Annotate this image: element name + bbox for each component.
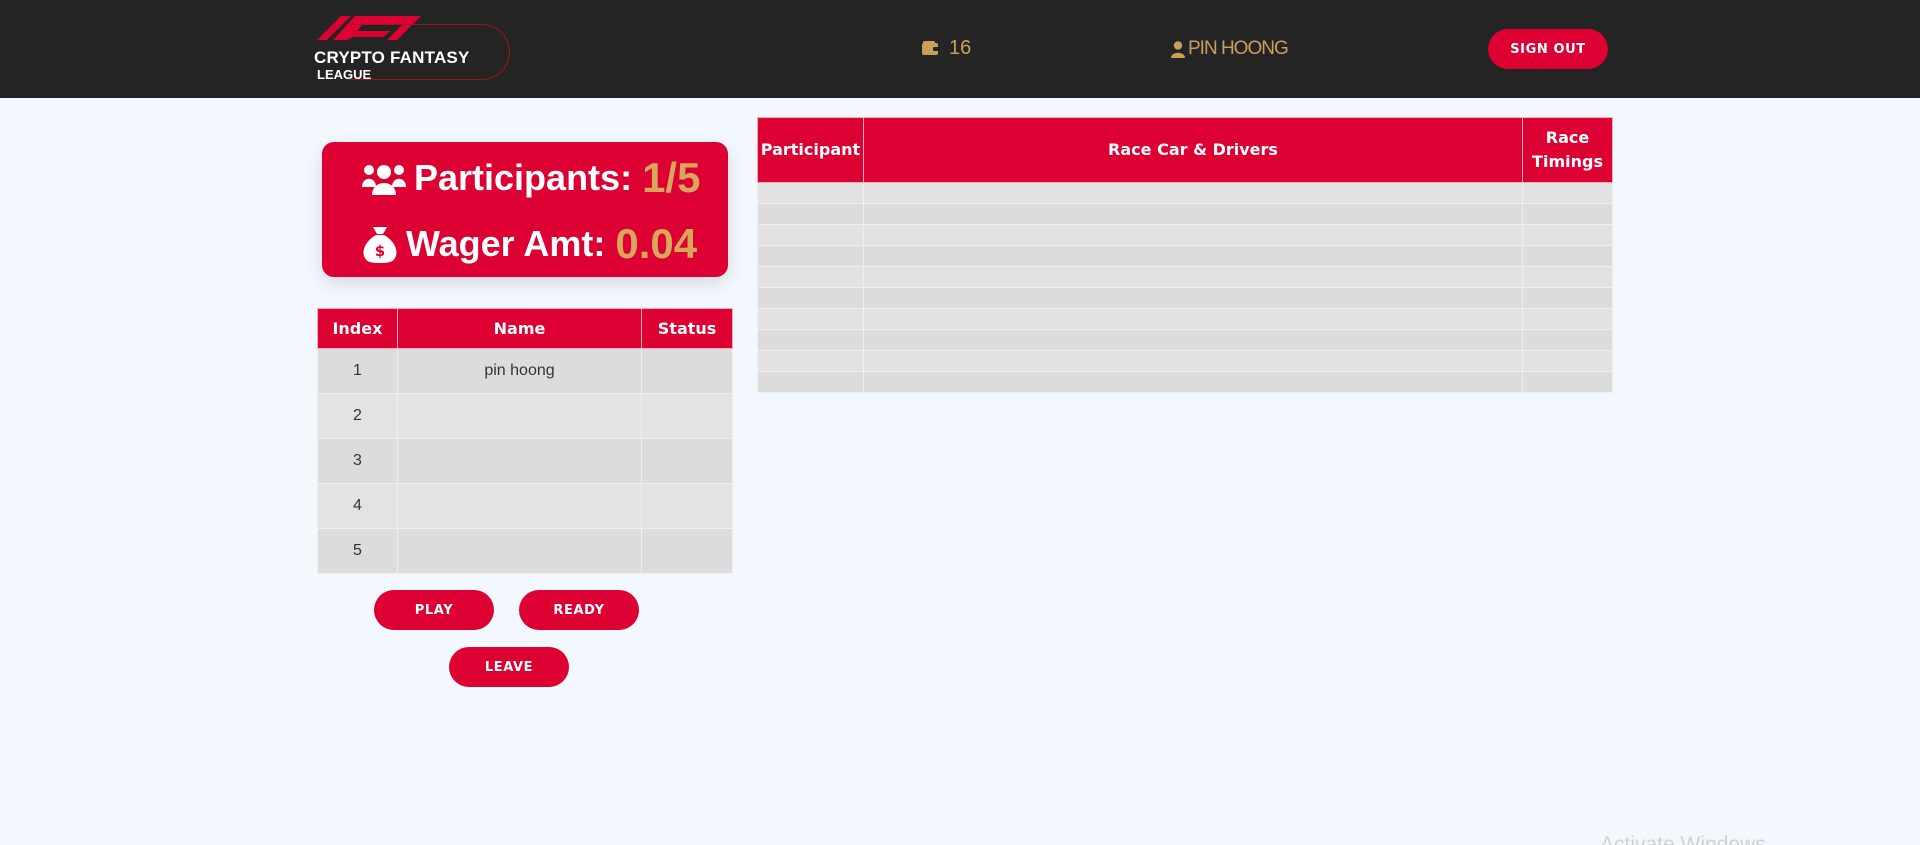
table-row: [757, 329, 1613, 351]
cell-race-car-drivers: [862, 245, 1524, 267]
cell-participant: [757, 266, 864, 288]
table-row: [757, 308, 1613, 330]
cell-status: [641, 528, 733, 574]
table-row: [757, 350, 1613, 372]
cell-race-timings: [1522, 350, 1613, 372]
cell-participant: [757, 203, 864, 225]
column-header-name: Name: [396, 308, 643, 349]
cell-index: 2: [317, 393, 398, 439]
cell-race-car-drivers: [862, 308, 1524, 330]
user-icon: [1171, 40, 1185, 58]
cell-name: [396, 438, 643, 484]
table-row: [757, 224, 1613, 246]
brand-logo[interactable]: CRYPTO FANTASY LEAGUE: [314, 14, 510, 82]
cell-race-timings: [1522, 203, 1613, 225]
table-row: [757, 203, 1613, 225]
table-row: 3: [317, 438, 733, 484]
table-row: 1 pin hoong: [317, 348, 733, 394]
cell-participant: [757, 182, 864, 204]
cell-status: [641, 348, 733, 394]
cell-race-timings: [1522, 371, 1613, 393]
os-activation-watermark: Activate Windows: [1600, 833, 1766, 845]
table-row: [757, 371, 1613, 393]
race-results-table: Participant Race Car & Drivers Race Timi…: [757, 117, 1613, 393]
leave-button[interactable]: LEAVE: [449, 647, 569, 687]
cell-race-timings: [1522, 308, 1613, 330]
cell-race-timings: [1522, 182, 1613, 204]
cell-name: [396, 393, 643, 439]
table-row: [757, 287, 1613, 309]
wager-stat: $ Wager Amt: 0.04: [362, 220, 697, 268]
wallet-balance-value: 16: [949, 37, 972, 59]
cell-race-timings: [1522, 224, 1613, 246]
cell-race-car-drivers: [862, 266, 1524, 288]
participants-table: Index Name Status 1 pin hoong 2 3 4 5: [317, 308, 733, 574]
cell-index: 3: [317, 438, 398, 484]
brand-name: CRYPTO FANTASY: [314, 48, 470, 67]
cell-race-car-drivers: [862, 182, 1524, 204]
sign-out-button[interactable]: SIGN OUT: [1488, 29, 1608, 69]
participants-stat: Participants: 1/5: [362, 154, 700, 202]
cell-race-car-drivers: [862, 224, 1524, 246]
cell-name: [396, 483, 643, 529]
cell-race-car-drivers: [862, 287, 1524, 309]
cell-participant: [757, 287, 864, 309]
cell-status: [641, 483, 733, 529]
wallet-balance[interactable]: 16: [922, 37, 971, 60]
table-row: [757, 266, 1613, 288]
column-header-participant: Participant: [757, 117, 864, 183]
cell-participant: [757, 245, 864, 267]
money-bag-icon: $: [362, 225, 398, 263]
cell-participant: [757, 224, 864, 246]
cell-name: [396, 528, 643, 574]
column-header-race-car-drivers: Race Car & Drivers: [862, 117, 1524, 183]
column-header-race-timings: Race Timings: [1522, 117, 1613, 183]
table-row: 4: [317, 483, 733, 529]
cell-race-car-drivers: [862, 329, 1524, 351]
wager-label: Wager Amt:: [406, 223, 606, 264]
table-row: [757, 182, 1613, 204]
participants-label: Participants:: [414, 157, 633, 198]
column-header-status: Status: [641, 308, 733, 349]
cell-race-car-drivers: [862, 350, 1524, 372]
cell-race-timings: [1522, 266, 1613, 288]
cell-participant: [757, 350, 864, 372]
cell-status: [641, 393, 733, 439]
cell-race-timings: [1522, 287, 1613, 309]
table-row: 5: [317, 528, 733, 574]
cell-participant: [757, 308, 864, 330]
cell-race-car-drivers: [862, 371, 1524, 393]
brand-subtitle: LEAGUE: [317, 67, 372, 82]
cell-race-timings: [1522, 245, 1613, 267]
ready-button[interactable]: READY: [519, 590, 639, 630]
table-row: 2: [317, 393, 733, 439]
svg-text:$: $: [375, 242, 385, 260]
cell-participant: [757, 329, 864, 351]
cell-status: [641, 438, 733, 484]
wallet-icon: [922, 41, 939, 55]
user-profile[interactable]: pin hoong: [1171, 38, 1289, 60]
cell-index: 4: [317, 483, 398, 529]
lobby-stats-card: Participants: 1/5 $ Wager Amt: 0.04: [322, 142, 728, 277]
participants-value: 1/5: [642, 154, 701, 201]
username: pin hoong: [1188, 38, 1289, 59]
cell-participant: [757, 371, 864, 393]
cell-index: 1: [317, 348, 398, 394]
group-icon: [362, 161, 406, 195]
cell-race-car-drivers: [862, 203, 1524, 225]
table-row: [757, 245, 1613, 267]
cell-name: pin hoong: [396, 348, 643, 394]
cell-index: 5: [317, 528, 398, 574]
play-button[interactable]: PLAY: [374, 590, 494, 630]
wager-value: 0.04: [615, 220, 698, 267]
cell-race-timings: [1522, 329, 1613, 351]
navbar: CRYPTO FANTASY LEAGUE 16 pin hoong SIGN …: [0, 0, 1920, 98]
column-header-index: Index: [317, 308, 398, 349]
